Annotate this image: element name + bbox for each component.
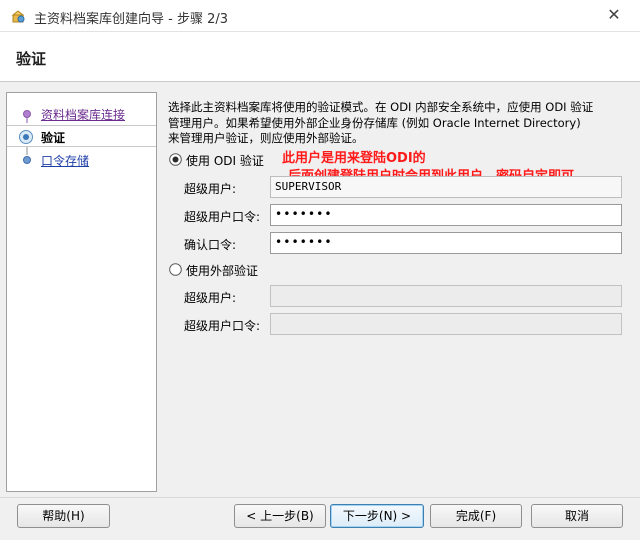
superuser-password-label: 超级用户口令: <box>184 210 261 224</box>
step-header: 验证 <box>0 32 640 82</box>
cancel-button[interactable]: 取消 <box>531 504 623 528</box>
step-item-authentication[interactable]: 验证 <box>7 125 156 147</box>
description-line: 管理用户。如果希望使用外部企业身份存储库 (例如 Oracle Internet… <box>168 115 581 130</box>
external-password-label: 超级用户口令: <box>184 319 261 333</box>
step-label: 验证 <box>41 131 66 145</box>
superuser-password-field[interactable]: ••••••• <box>270 204 622 226</box>
odi-auth-radio[interactable] <box>169 153 182 166</box>
footer-divider <box>0 497 640 498</box>
visited-step-icon <box>23 110 31 118</box>
finish-button[interactable]: 完成(F) <box>430 504 522 528</box>
external-superuser-field[interactable] <box>270 285 622 307</box>
app-icon <box>11 10 25 23</box>
help-button[interactable]: 帮助(H) <box>17 504 110 528</box>
title-bar: 主资料档案库创建向导 - 步骤 2/3 ✕ <box>0 0 640 32</box>
step-label: 口令存储 <box>41 154 90 168</box>
superuser-label: 超级用户: <box>184 182 237 196</box>
external-superuser-label: 超级用户: <box>184 291 237 305</box>
odi-auth-label[interactable]: 使用 ODI 验证 <box>186 152 264 169</box>
external-password-field[interactable] <box>270 313 622 335</box>
step-item-password-storage[interactable]: 口令存储 <box>7 149 156 171</box>
page-title: 验证 <box>16 50 47 68</box>
description-text: 选择此主资料档案库将使用的验证模式。在 ODI 内部安全系统中，应使用 ODI … <box>168 100 628 147</box>
step-label: 资料档案库连接 <box>41 108 126 122</box>
description-line: 来管理用户验证，则应使用外部验证。 <box>168 131 364 145</box>
upcoming-step-icon <box>23 156 31 164</box>
confirm-password-field[interactable]: ••••••• <box>270 232 622 254</box>
annotation-line-1: 此用户是用来登陆ODI的 <box>282 151 426 166</box>
external-auth-radio[interactable] <box>169 263 182 276</box>
step-item-repository-connection[interactable]: 资料档案库连接 <box>7 103 156 125</box>
next-button[interactable]: 下一步(N) > <box>330 504 424 528</box>
description-line: 选择此主资料档案库将使用的验证模式。在 ODI 内部安全系统中，应使用 ODI … <box>168 100 594 114</box>
confirm-password-label: 确认口令: <box>184 238 237 252</box>
superuser-field[interactable]: SUPERVISOR <box>270 176 622 198</box>
close-icon[interactable]: ✕ <box>604 5 624 25</box>
current-step-icon <box>19 130 33 144</box>
window-title: 主资料档案库创建向导 - 步骤 2/3 <box>34 12 229 27</box>
external-auth-label[interactable]: 使用外部验证 <box>186 262 258 279</box>
back-button[interactable]: < 上一步(B) <box>234 504 326 528</box>
wizard-steps-panel: 资料档案库连接 验证 口令存储 <box>6 92 157 492</box>
